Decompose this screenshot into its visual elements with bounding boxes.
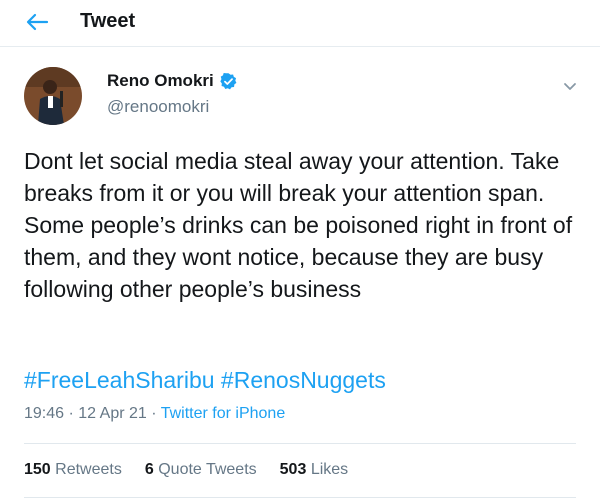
tweet-source-link[interactable]: Twitter for iPhone — [161, 405, 286, 422]
top-bar: Tweet — [0, 0, 600, 47]
hashtags: #FreeLeahSharibu #RenosNuggets — [24, 367, 386, 394]
author-handle[interactable]: @renoomokri — [107, 97, 209, 117]
verified-badge-icon — [219, 72, 238, 91]
author-name-row: Reno Omokri — [107, 71, 238, 91]
quote-tweets-stat[interactable]: 6 Quote Tweets — [145, 461, 257, 479]
stat-count: 6 — [144, 461, 154, 478]
hashtag-link[interactable]: #RenosNuggets — [221, 367, 386, 393]
back-arrow-icon[interactable] — [24, 10, 50, 34]
tweet-date: 12 Apr 21 — [78, 405, 147, 422]
engagement-stats: 150 Retweets 6 Quote Tweets 503 Likes — [24, 461, 371, 479]
meta-separator: · — [151, 405, 157, 422]
avatar[interactable] — [24, 67, 82, 125]
page-title: Tweet — [80, 10, 136, 32]
meta-separator: · — [68, 405, 74, 422]
divider — [24, 443, 576, 444]
stat-count: 503 — [279, 461, 307, 478]
likes-stat[interactable]: 503 Likes — [280, 461, 349, 479]
stat-label: Likes — [310, 461, 349, 478]
divider — [24, 497, 576, 498]
stat-label: Quote Tweets — [158, 461, 257, 478]
author-display-name[interactable]: Reno Omokri — [107, 71, 214, 91]
tweet-text: Dont let social media steal away your at… — [24, 148, 573, 302]
stat-count: 150 — [24, 461, 51, 478]
stat-label: Retweets — [55, 461, 122, 478]
chevron-down-icon[interactable] — [563, 79, 577, 90]
retweets-stat[interactable]: 150 Retweets — [24, 461, 122, 479]
tweet-meta: 19:46 · 12 Apr 21 · Twitter for iPhone — [24, 405, 285, 423]
hashtag-link[interactable]: #FreeLeahSharibu — [24, 367, 215, 393]
tweet-time: 19:46 — [24, 405, 65, 422]
